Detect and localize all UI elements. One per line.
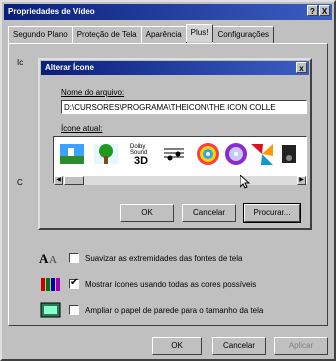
svg-text:A: A bbox=[39, 251, 49, 266]
filename-label: Nome do arquivo: bbox=[61, 88, 125, 97]
display-properties-window: Propriedades de Vídeo ? X Segundo Plano … bbox=[0, 0, 336, 361]
scroll-right-icon[interactable]: ▶ bbox=[297, 176, 306, 185]
font-aa-icon: A A bbox=[39, 251, 57, 266]
all-colors-checkbox[interactable] bbox=[69, 277, 79, 289]
cancel-button[interactable]: Cancelar bbox=[212, 337, 266, 355]
smooth-fonts-label: Suavizar as extremidades das fontes de t… bbox=[85, 253, 243, 263]
cd-icon bbox=[225, 143, 247, 165]
dialog-ok-button[interactable]: OK bbox=[120, 204, 174, 222]
icon-strip: Dolby Sound 3D bbox=[60, 142, 296, 167]
option-smooth-fonts[interactable]: A A Suavizar as extremidades das fontes … bbox=[39, 250, 242, 266]
dolby-3d-icon: Dolby Sound 3D bbox=[128, 142, 154, 167]
color-pencils-icon bbox=[41, 278, 60, 291]
scroll-left-icon[interactable]: ◀ bbox=[54, 176, 63, 185]
all-colors-label: Mostrar ícones usando todas as cores pos… bbox=[85, 279, 257, 289]
smooth-fonts-checkbox[interactable] bbox=[69, 253, 79, 263]
stretch-wallpaper-label: Ampliar o papel de parede para o tamanho… bbox=[85, 305, 264, 315]
tree-icon bbox=[94, 144, 118, 164]
icon-badge-3: 3D bbox=[134, 155, 148, 167]
change-icon-dialog: Alterar Ícone x Nome do arquivo: D:\CURS… bbox=[38, 58, 312, 230]
landscape-icon bbox=[60, 144, 84, 164]
pinwheel-icon bbox=[250, 143, 274, 165]
wallpaper-icon bbox=[40, 302, 61, 318]
option-all-colors[interactable]: Mostrar ícones usando todas as cores pos… bbox=[39, 276, 256, 292]
dialog-title: Alterar Ícone bbox=[45, 63, 94, 72]
music-notes-icon bbox=[162, 144, 186, 164]
ok-button[interactable]: OK bbox=[152, 337, 202, 355]
window-title: Propriedades de Vídeo bbox=[8, 7, 95, 16]
option-stretch-wallpaper[interactable]: Ampliar o papel de parede para o tamanho… bbox=[39, 302, 263, 318]
partial-label-icons: Ic bbox=[17, 58, 24, 67]
dialog-close-button[interactable]: x bbox=[296, 62, 307, 73]
tab-settings[interactable]: Configurações bbox=[212, 26, 275, 44]
svg-text:A: A bbox=[49, 254, 57, 266]
mouse-pointer-icon bbox=[240, 175, 250, 189]
tab-background[interactable]: Segundo Plano bbox=[8, 26, 73, 44]
icon-list-scrollbar[interactable]: ◀ ▶ bbox=[54, 176, 306, 185]
window-title-bar[interactable]: Propriedades de Vídeo ? X bbox=[4, 4, 332, 20]
dialog-title-bar[interactable]: Alterar Ícone x bbox=[41, 61, 309, 75]
close-button[interactable]: X bbox=[319, 5, 330, 16]
help-button[interactable]: ? bbox=[307, 5, 318, 16]
tab-appearance[interactable]: Aparência bbox=[140, 26, 187, 44]
tab-screensaver[interactable]: Proteção de Tela bbox=[71, 26, 142, 44]
current-icon-label: Ícone atual: bbox=[61, 124, 103, 133]
partial-label-c: C bbox=[17, 178, 23, 187]
tab-plus[interactable]: Plus! bbox=[185, 24, 214, 42]
speaker-icon bbox=[282, 145, 296, 163]
rainbow-disc-icon bbox=[197, 143, 219, 165]
dialog-cancel-button[interactable]: Cancelar bbox=[182, 204, 236, 222]
filename-field[interactable]: D:\CURSORES\PROGRAMA\THEICON\THE ICON CO… bbox=[61, 100, 307, 114]
stretch-wallpaper-checkbox[interactable] bbox=[69, 305, 79, 315]
scroll-thumb[interactable] bbox=[64, 176, 84, 185]
tab-strip: Segundo Plano Proteção de Tela Aparência… bbox=[8, 24, 275, 44]
dialog-browse-button[interactable]: Procurar... bbox=[243, 203, 301, 223]
apply-button[interactable]: Aplicar bbox=[274, 337, 328, 355]
